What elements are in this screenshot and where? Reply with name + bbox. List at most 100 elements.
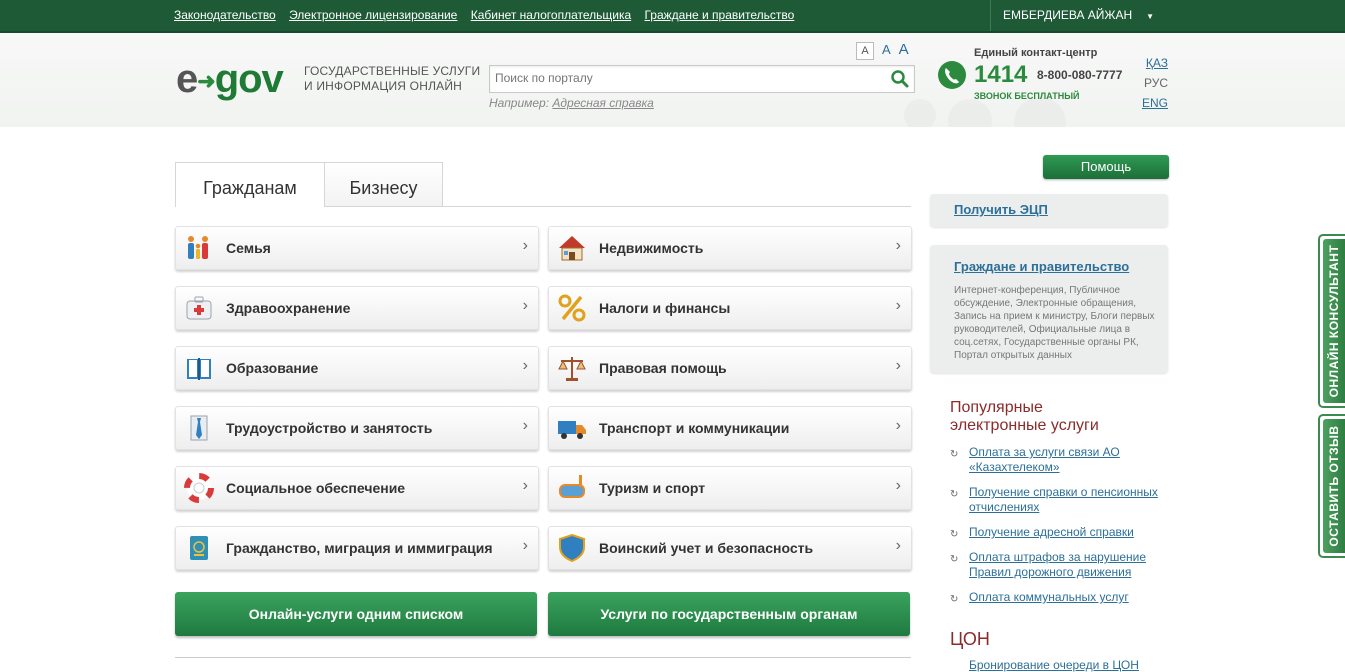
category-transport[interactable]: Транспорт и коммуникации › <box>548 406 912 450</box>
logo-gov: gov <box>214 57 284 101</box>
tab-citizens[interactable]: Гражданам <box>175 162 325 207</box>
category-education[interactable]: Образование › <box>175 346 539 390</box>
popular-services-title: Популярные электронные услуги <box>950 399 1099 435</box>
category-label: Налоги и финансы <box>599 300 731 316</box>
category-social-security[interactable]: Социальное обеспечение › <box>175 466 539 510</box>
category-legal-aid[interactable]: Правовая помощь › <box>548 346 912 390</box>
phone-icon <box>938 61 966 89</box>
chevron-right-icon: › <box>895 537 901 554</box>
category-military-security[interactable]: Воинский учет и безопасность › <box>548 526 912 570</box>
search-input[interactable] <box>490 66 880 90</box>
font-size-large[interactable]: A <box>899 41 909 58</box>
online-consultant-label: ОНЛАЙН КОНСУЛЬТАНТ <box>1326 244 1341 398</box>
popular-link[interactable]: Оплата коммунальных услуг <box>969 590 1129 604</box>
category-label: Туризм и спорт <box>599 480 706 496</box>
chevron-right-icon: › <box>895 357 901 374</box>
user-menu[interactable]: ЕМБЕРДИЕВА АЙЖАН ▼ <box>990 0 1154 31</box>
citizens-government-description: Интернет-конференция, Публичное обсужден… <box>954 285 1155 361</box>
category-real-estate[interactable]: Недвижимость › <box>548 226 912 270</box>
top-bar: Законодательство Электронное лицензирова… <box>0 0 1345 33</box>
popular-services-list: ↻ Оплата за услуги связи АО «Казахтелеком… <box>950 445 1170 615</box>
font-size-medium[interactable]: A <box>882 42 891 57</box>
chevron-right-icon: › <box>895 297 901 314</box>
top-link-citizens-government[interactable]: Граждане и правительство <box>644 8 794 22</box>
caret-down-icon: ▼ <box>1146 12 1155 21</box>
list-item[interactable]: ↻ Оплата за услуги связи АО «Казахтелеком… <box>950 445 1170 475</box>
category-tourism-sport[interactable]: Туризм и спорт › <box>548 466 912 510</box>
list-item[interactable]: ↻ Получение адресной справки <box>950 525 1170 540</box>
list-item[interactable]: ↻ Оплата штрафов за нарушение Правил доро… <box>950 550 1170 580</box>
search-icon[interactable] <box>890 69 910 89</box>
lang-kaz[interactable]: ҚАЗ <box>1142 53 1168 73</box>
con-link[interactable]: Бронирование очереди в ЦОН <box>969 658 1139 672</box>
example-prefix: Например: <box>489 96 550 110</box>
chevron-right-icon: › <box>522 537 528 554</box>
citizens-government-link[interactable]: Граждане и правительство <box>954 259 1129 274</box>
contact-free-note: ЗВОНОК БЕСПЛАТНЫЙ <box>974 91 1080 101</box>
top-link-tax-cabinet[interactable]: Кабинет налогоплательщика <box>471 8 631 22</box>
top-link-licensing[interactable]: Электронное лицензирование <box>289 8 457 22</box>
category-healthcare[interactable]: Здравоохранение › <box>175 286 539 330</box>
site-header: e➜gov ГОСУДАРСТВЕННЫЕ УСЛУГИ И ИНФОРМАЦИ… <box>0 33 1345 127</box>
category-label: Транспорт и коммуникации <box>599 420 790 436</box>
slogan: ГОСУДАРСТВЕННЫЕ УСЛУГИ И ИНФОРМАЦИЯ ОНЛА… <box>304 64 480 94</box>
list-item[interactable]: ↻ Оплата коммунальных услуг <box>950 590 1170 605</box>
con-title: ЦОН <box>950 629 990 649</box>
example-link[interactable]: Адресная справка <box>552 96 653 110</box>
user-name: ЕМБЕРДИЕВА АЙЖАН <box>1003 8 1133 22</box>
bullet-arrow-icon: ↻ <box>950 529 959 540</box>
popular-link[interactable]: Оплата штрафов за нарушение Правил дорож… <box>969 550 1146 579</box>
font-size-switcher: AAA <box>856 41 909 60</box>
lang-eng[interactable]: ENG <box>1142 93 1168 113</box>
category-family[interactable]: Семья › <box>175 226 539 270</box>
help-button[interactable]: Помощь <box>1043 155 1169 179</box>
popular-link[interactable]: Получение справки о пенсионных отчислени… <box>969 485 1158 514</box>
get-ecp-box: Получить ЭЦП <box>930 194 1168 227</box>
top-links: Законодательство Электронное лицензирова… <box>174 8 804 22</box>
bullet-arrow-icon: ↻ <box>950 594 959 605</box>
top-link-legislation[interactable]: Законодательство <box>174 8 276 22</box>
contact-phone: 8-800-080-7777 <box>1037 68 1123 82</box>
slogan-line-2: И ИНФОРМАЦИЯ ОНЛАЙН <box>304 79 463 93</box>
chevron-right-icon: › <box>895 237 901 254</box>
category-label: Недвижимость <box>599 240 704 256</box>
category-label: Образование <box>226 360 319 376</box>
category-employment[interactable]: Трудоустройство и занятость › <box>175 406 539 450</box>
leave-feedback-tab[interactable]: ОСТАВИТЬ ОТЗЫВ <box>1318 414 1345 558</box>
category-label: Гражданство, миграция и иммиграция <box>226 540 493 556</box>
passport-icon <box>190 536 208 560</box>
search-box <box>489 65 915 93</box>
category-label: Воинский учет и безопасность <box>599 540 814 556</box>
chevron-right-icon: › <box>895 417 901 434</box>
category-label: Правовая помощь <box>599 360 727 376</box>
percent-icon <box>558 294 586 322</box>
font-size-small[interactable]: A <box>856 42 874 60</box>
leave-feedback-label: ОСТАВИТЬ ОТЗЫВ <box>1326 425 1341 547</box>
contact-short-number: 1414 <box>974 61 1028 88</box>
popular-link[interactable]: Получение адресной справки <box>969 525 1134 539</box>
services-by-agency-button[interactable]: Услуги по государственным органам <box>548 592 910 636</box>
logo-arrow-icon: ➜ <box>197 68 215 94</box>
logo-e: e <box>176 57 198 101</box>
category-citizenship[interactable]: Гражданство, миграция и иммиграция › <box>175 526 539 570</box>
egov-logo[interactable]: e➜gov <box>176 57 284 101</box>
list-item[interactable]: ↻ Получение справки о пенсионных отчислен… <box>950 485 1170 515</box>
category-label: Социальное обеспечение <box>226 480 406 496</box>
tab-business[interactable]: Бизнесу <box>324 162 443 206</box>
category-label: Семья <box>226 240 271 256</box>
online-consultant-tab[interactable]: ОНЛАЙН КОНСУЛЬТАНТ <box>1318 234 1345 408</box>
truck-icon <box>558 421 586 439</box>
chevron-right-icon: › <box>522 237 528 254</box>
get-ecp-link[interactable]: Получить ЭЦП <box>954 202 1048 217</box>
online-services-list-button[interactable]: Онлайн-услуги одним списком <box>175 592 537 636</box>
language-switcher: ҚАЗ РУС ENG <box>1142 53 1168 113</box>
chevron-right-icon: › <box>895 477 901 494</box>
family-icon <box>188 236 208 259</box>
medkit-icon <box>186 296 212 320</box>
tie-icon <box>190 415 208 441</box>
category-taxes[interactable]: Налоги и финансы › <box>548 286 912 330</box>
chevron-right-icon: › <box>522 297 528 314</box>
chevron-right-icon: › <box>522 477 528 494</box>
popular-link[interactable]: Оплата за услуги связи АО «Казахтелеком» <box>969 445 1120 474</box>
slogan-line-1: ГОСУДАРСТВЕННЫЕ УСЛУГИ <box>304 64 481 78</box>
